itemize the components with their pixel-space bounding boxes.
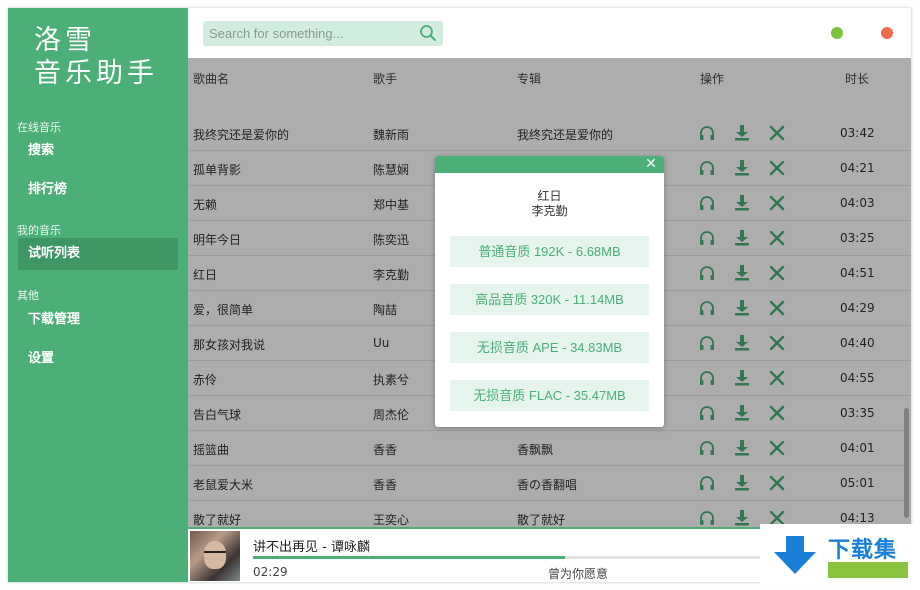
dialog-close-icon[interactable]: ✕ xyxy=(644,157,658,171)
quality-option-standard[interactable]: 普通音质 192K - 6.68MB xyxy=(450,236,649,267)
top-bar xyxy=(188,8,911,58)
logo-line-2: 音乐助手 xyxy=(34,58,158,89)
progress-bar[interactable] xyxy=(253,556,773,559)
dialog-header: ✕ xyxy=(435,156,664,173)
app-logo: 洛雪 音乐助手 xyxy=(34,24,158,90)
search-icon[interactable] xyxy=(419,24,437,42)
watermark-bar xyxy=(828,562,908,578)
current-time: 02:29 xyxy=(253,565,288,579)
quality-option-high[interactable]: 高品音质 320K - 11.14MB xyxy=(450,284,649,315)
dialog-song-artist: 李克勤 xyxy=(531,204,568,218)
search-box xyxy=(203,21,443,46)
logo-line-1: 洛雪 xyxy=(34,25,96,56)
watermark-logo: 下载集 xyxy=(760,524,920,584)
section-other: 其他 xyxy=(17,289,39,302)
quality-option-ape[interactable]: 无损音质 APE - 34.83MB xyxy=(450,332,649,363)
sidebar: 洛雪 音乐助手 在线音乐 搜索 排行榜 我的音乐 试听列表 其他 下载管理 设置 xyxy=(8,8,188,582)
section-my-music: 我的音乐 xyxy=(17,224,61,237)
download-arrow-icon xyxy=(774,536,816,574)
quality-option-flac[interactable]: 无损音质 FLAC - 35.47MB xyxy=(450,380,649,411)
quality-dialog: ✕ 红日 李克勤 普通音质 192K - 6.68MB 高品音质 320K - … xyxy=(435,156,664,427)
sidebar-item-settings[interactable]: 设置 xyxy=(18,343,178,375)
lyric-line: 曾为你愿意 xyxy=(548,567,609,581)
now-playing-title: 讲不出再见 - 谭咏麟 xyxy=(253,540,370,555)
minimize-button[interactable] xyxy=(831,27,843,39)
album-cover[interactable] xyxy=(190,531,240,581)
sidebar-item-search[interactable]: 搜索 xyxy=(18,135,178,167)
sidebar-item-charts[interactable]: 排行榜 xyxy=(18,174,178,206)
watermark-text: 下载集 xyxy=(828,538,898,563)
close-window-button[interactable] xyxy=(881,27,893,39)
section-online-music: 在线音乐 xyxy=(17,121,61,134)
app-window: 洛雪 音乐助手 在线音乐 搜索 排行榜 我的音乐 试听列表 其他 下载管理 设置… xyxy=(8,8,911,582)
sidebar-item-downloads[interactable]: 下载管理 xyxy=(18,304,178,336)
progress-fill xyxy=(253,556,565,559)
search-input[interactable] xyxy=(209,24,409,43)
dialog-song-title: 红日 xyxy=(537,189,562,203)
sidebar-item-playlist[interactable]: 试听列表 xyxy=(18,238,178,270)
